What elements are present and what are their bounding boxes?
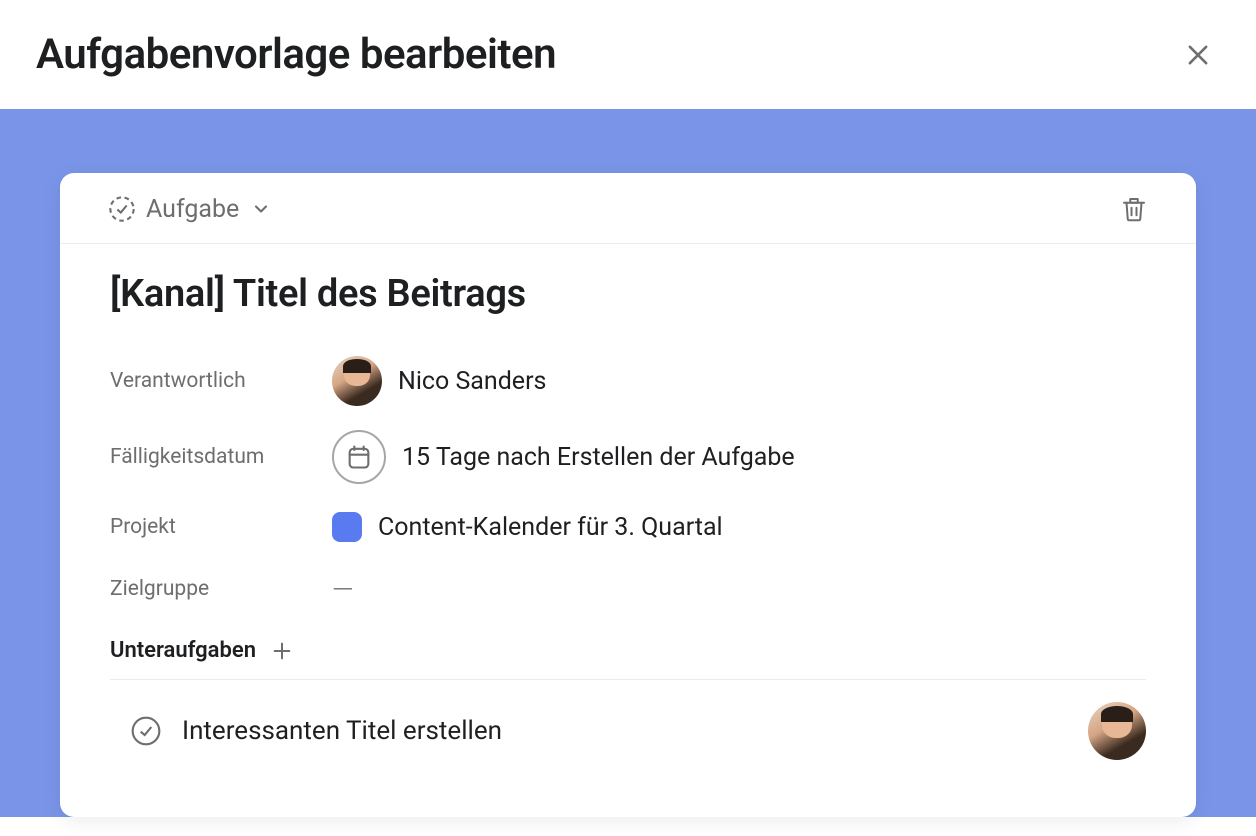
project-label: Projekt [110,515,332,539]
task-card: Aufgabe [Kanal] Titel des Beitrags Ver [60,173,1196,817]
audience-empty: — [332,573,354,606]
card-body: [Kanal] Titel des Beitrags Verantwortlic… [60,244,1196,782]
avatar[interactable] [1088,702,1146,760]
project-row: Projekt Content-Kalender für 3. Quartal [110,496,1146,558]
calendar-icon-wrap [332,430,386,484]
task-title[interactable]: [Kanal] Titel des Beitrags [110,272,1146,316]
project-value[interactable]: Content-Kalender für 3. Quartal [332,512,723,542]
subtasks-label: Unteraufgaben [110,638,256,663]
avatar [332,356,382,406]
modal-header: Aufgabenvorlage bearbeiten [0,0,1256,109]
subtask-item[interactable]: Interessanten Titel erstellen [110,680,1146,782]
close-icon [1184,41,1212,69]
modal-body-bg: Aufgabe [Kanal] Titel des Beitrags Ver [0,109,1256,817]
task-type-selector[interactable]: Aufgabe [108,195,271,224]
subtasks-header: Unteraufgaben [110,620,1146,673]
assignee-value[interactable]: Nico Sanders [332,356,546,406]
due-date-row: Fälligkeitsdatum 15 Tage nach Erstellen … [110,418,1146,496]
plus-icon [271,640,293,662]
subtask-title: Interessanten Titel erstellen [182,716,1068,746]
check-circle-icon[interactable] [130,715,162,747]
delete-button[interactable] [1118,193,1150,225]
close-button[interactable] [1178,35,1218,75]
card-header: Aufgabe [60,173,1196,244]
due-date-text: 15 Tage nach Erstellen der Aufgabe [402,443,795,472]
add-subtask-button[interactable] [270,639,294,663]
audience-label: Zielgruppe [110,577,332,601]
assignee-name: Nico Sanders [398,367,546,396]
modal-title: Aufgabenvorlage bearbeiten [36,30,556,79]
chevron-down-icon [251,199,271,219]
project-color-chip [332,512,362,542]
check-circle-dashed-icon [108,195,136,223]
due-date-value[interactable]: 15 Tage nach Erstellen der Aufgabe [332,430,795,484]
due-date-label: Fälligkeitsdatum [110,445,332,469]
project-name: Content-Kalender für 3. Quartal [378,513,723,542]
trash-icon [1119,194,1149,224]
audience-value[interactable]: — [332,573,354,606]
subtask-list: Interessanten Titel erstellen [110,679,1146,782]
assignee-row: Verantwortlich Nico Sanders [110,344,1146,418]
task-type-label: Aufgabe [146,195,239,224]
assignee-label: Verantwortlich [110,369,332,393]
audience-row: Zielgruppe — [110,558,1146,620]
calendar-icon [345,443,373,471]
